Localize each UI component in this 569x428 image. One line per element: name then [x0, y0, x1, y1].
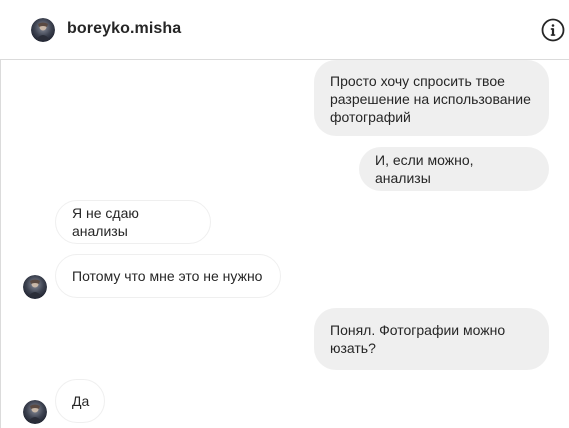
message-bubble-outgoing[interactable]: И, если можно, анализы	[359, 147, 549, 191]
sender-avatar[interactable]	[23, 400, 47, 424]
avatar-photo-icon	[23, 400, 47, 424]
info-icon[interactable]	[541, 18, 565, 42]
message-text: Просто хочу спросить твое разрешение на …	[330, 73, 531, 125]
chat-header: boreyko.misha	[0, 0, 569, 60]
avatar-photo-icon	[23, 275, 47, 299]
header-avatar[interactable]	[31, 18, 55, 42]
header-username[interactable]: boreyko.misha	[67, 20, 181, 38]
avatar-photo-icon	[31, 18, 55, 42]
sender-avatar[interactable]	[23, 275, 47, 299]
message-text: Я не сдаю анализы	[72, 205, 139, 239]
message-text: Потому что мне это не нужно	[72, 268, 263, 284]
message-text: Да	[72, 393, 90, 409]
message-bubble-incoming[interactable]: Да	[55, 379, 105, 423]
message-text: Понял. Фотографии можно юзать?	[330, 322, 506, 356]
message-bubble-incoming[interactable]: Я не сдаю анализы	[55, 200, 211, 244]
message-bubble-outgoing[interactable]: Понял. Фотографии можно юзать?	[314, 308, 549, 370]
message-text: И, если можно, анализы	[375, 152, 474, 186]
message-bubble-outgoing[interactable]: Просто хочу спросить твое разрешение на …	[314, 60, 549, 136]
message-bubble-incoming[interactable]: Потому что мне это не нужно	[55, 254, 281, 298]
message-thread: Просто хочу спросить твое разрешение на …	[0, 60, 569, 428]
